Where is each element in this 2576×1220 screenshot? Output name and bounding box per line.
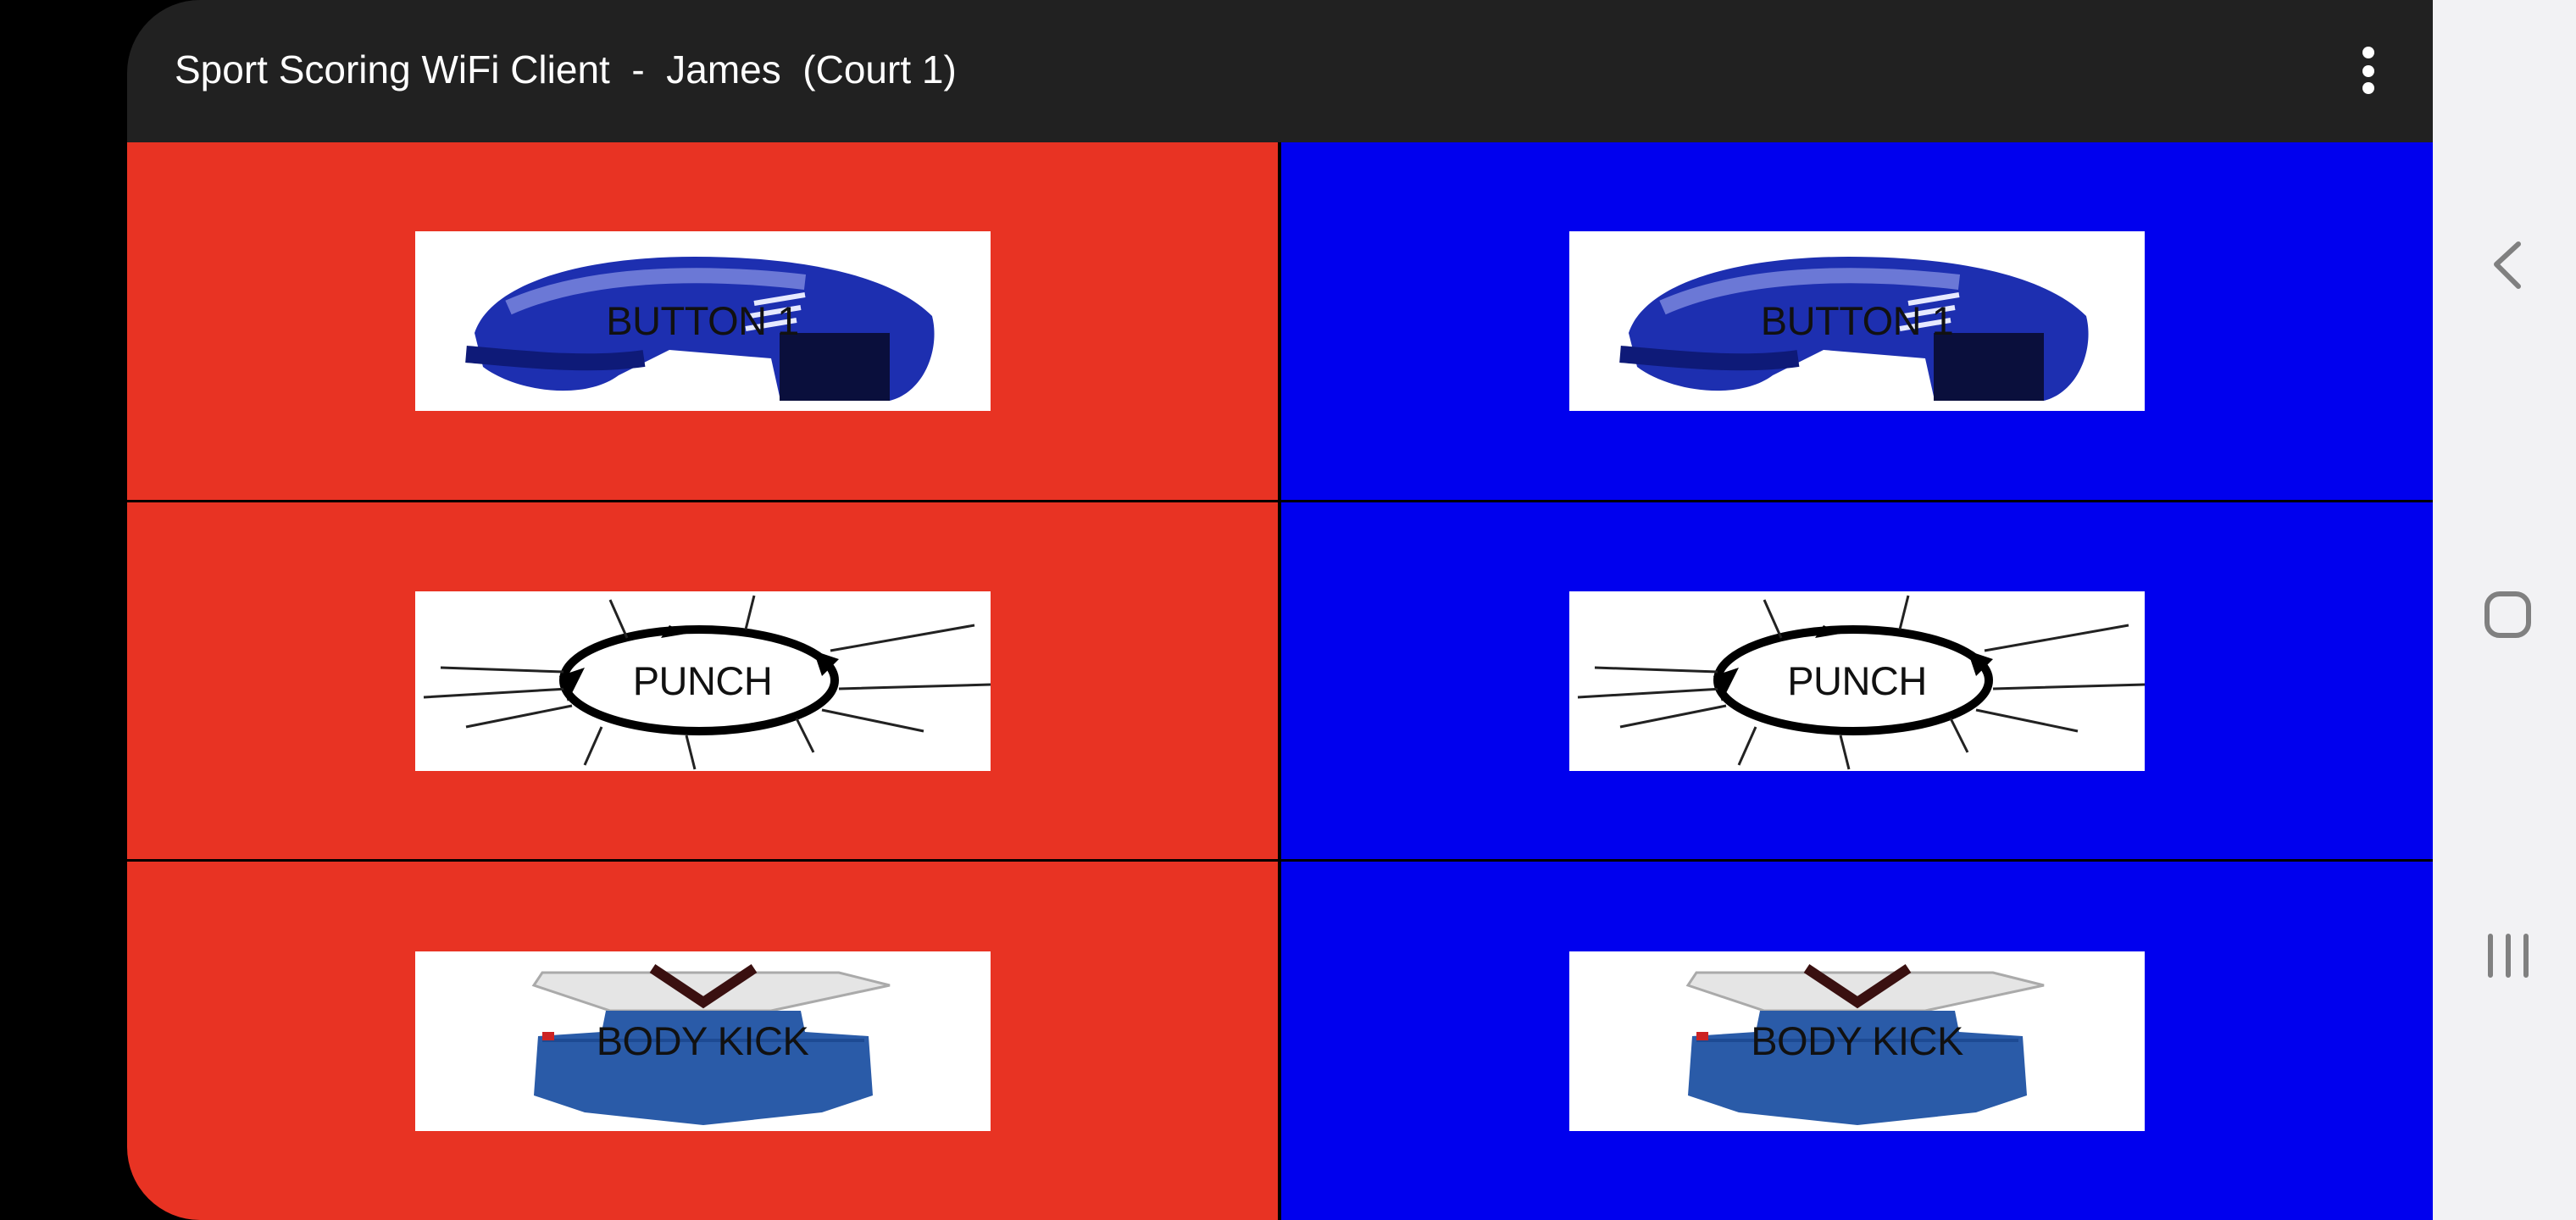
blue-cell-body: BODY KICK xyxy=(1281,862,2433,1220)
blue-punch-button[interactable]: PUNCH xyxy=(1569,591,2145,771)
back-icon xyxy=(2494,241,2521,289)
red-cell-punch: PUNCH xyxy=(127,502,1278,859)
red-punch-label: PUNCH xyxy=(632,657,773,703)
more-vert-icon-dot xyxy=(2362,65,2374,77)
red-head-button[interactable]: BUTTON 1 xyxy=(414,231,991,411)
overflow-menu-button[interactable] xyxy=(2343,37,2394,105)
app-title: Sport Scoring WiFi Client - James (Court… xyxy=(175,47,957,92)
red-cell-body: BODY KICK xyxy=(127,862,1278,1220)
blue-head-label: BUTTON 1 xyxy=(1760,298,1954,343)
blue-body-kick-button[interactable]: BODY KICK xyxy=(1569,951,2145,1131)
red-body-kick-button[interactable]: BODY KICK xyxy=(414,951,991,1131)
device-screen: Sport Scoring WiFi Client - James (Court… xyxy=(0,0,2576,1220)
more-vert-icon-dot xyxy=(2362,82,2374,94)
system-navigation-bar xyxy=(2433,0,2576,1220)
nav-home-button[interactable] xyxy=(2458,568,2551,661)
nav-recents-button[interactable] xyxy=(2458,909,2551,1002)
nav-back-button[interactable] xyxy=(2458,227,2551,320)
red-cell-head: BUTTON 1 xyxy=(127,142,1278,500)
blue-body-kick-label: BODY KICK xyxy=(1751,1018,1963,1063)
scoring-grid: BUTTON 1 PUNCH BODY KICK BUTTON 1 PUNCH … xyxy=(127,142,2433,1220)
app-window: Sport Scoring WiFi Client - James (Court… xyxy=(127,0,2433,1220)
red-body-kick-label: BODY KICK xyxy=(596,1018,809,1063)
blue-cell-head: BUTTON 1 xyxy=(1281,142,2433,500)
red-head-label: BUTTON 1 xyxy=(606,298,799,343)
red-punch-button[interactable]: PUNCH xyxy=(414,591,991,771)
app-bar: Sport Scoring WiFi Client - James (Court… xyxy=(127,0,2433,142)
blue-head-button[interactable]: BUTTON 1 xyxy=(1569,231,2145,411)
blue-punch-label: PUNCH xyxy=(1787,657,1927,703)
blue-cell-punch: PUNCH xyxy=(1281,502,2433,859)
more-vert-icon xyxy=(2362,47,2374,58)
recents-icon xyxy=(2488,934,2529,978)
home-icon xyxy=(2484,591,2531,638)
